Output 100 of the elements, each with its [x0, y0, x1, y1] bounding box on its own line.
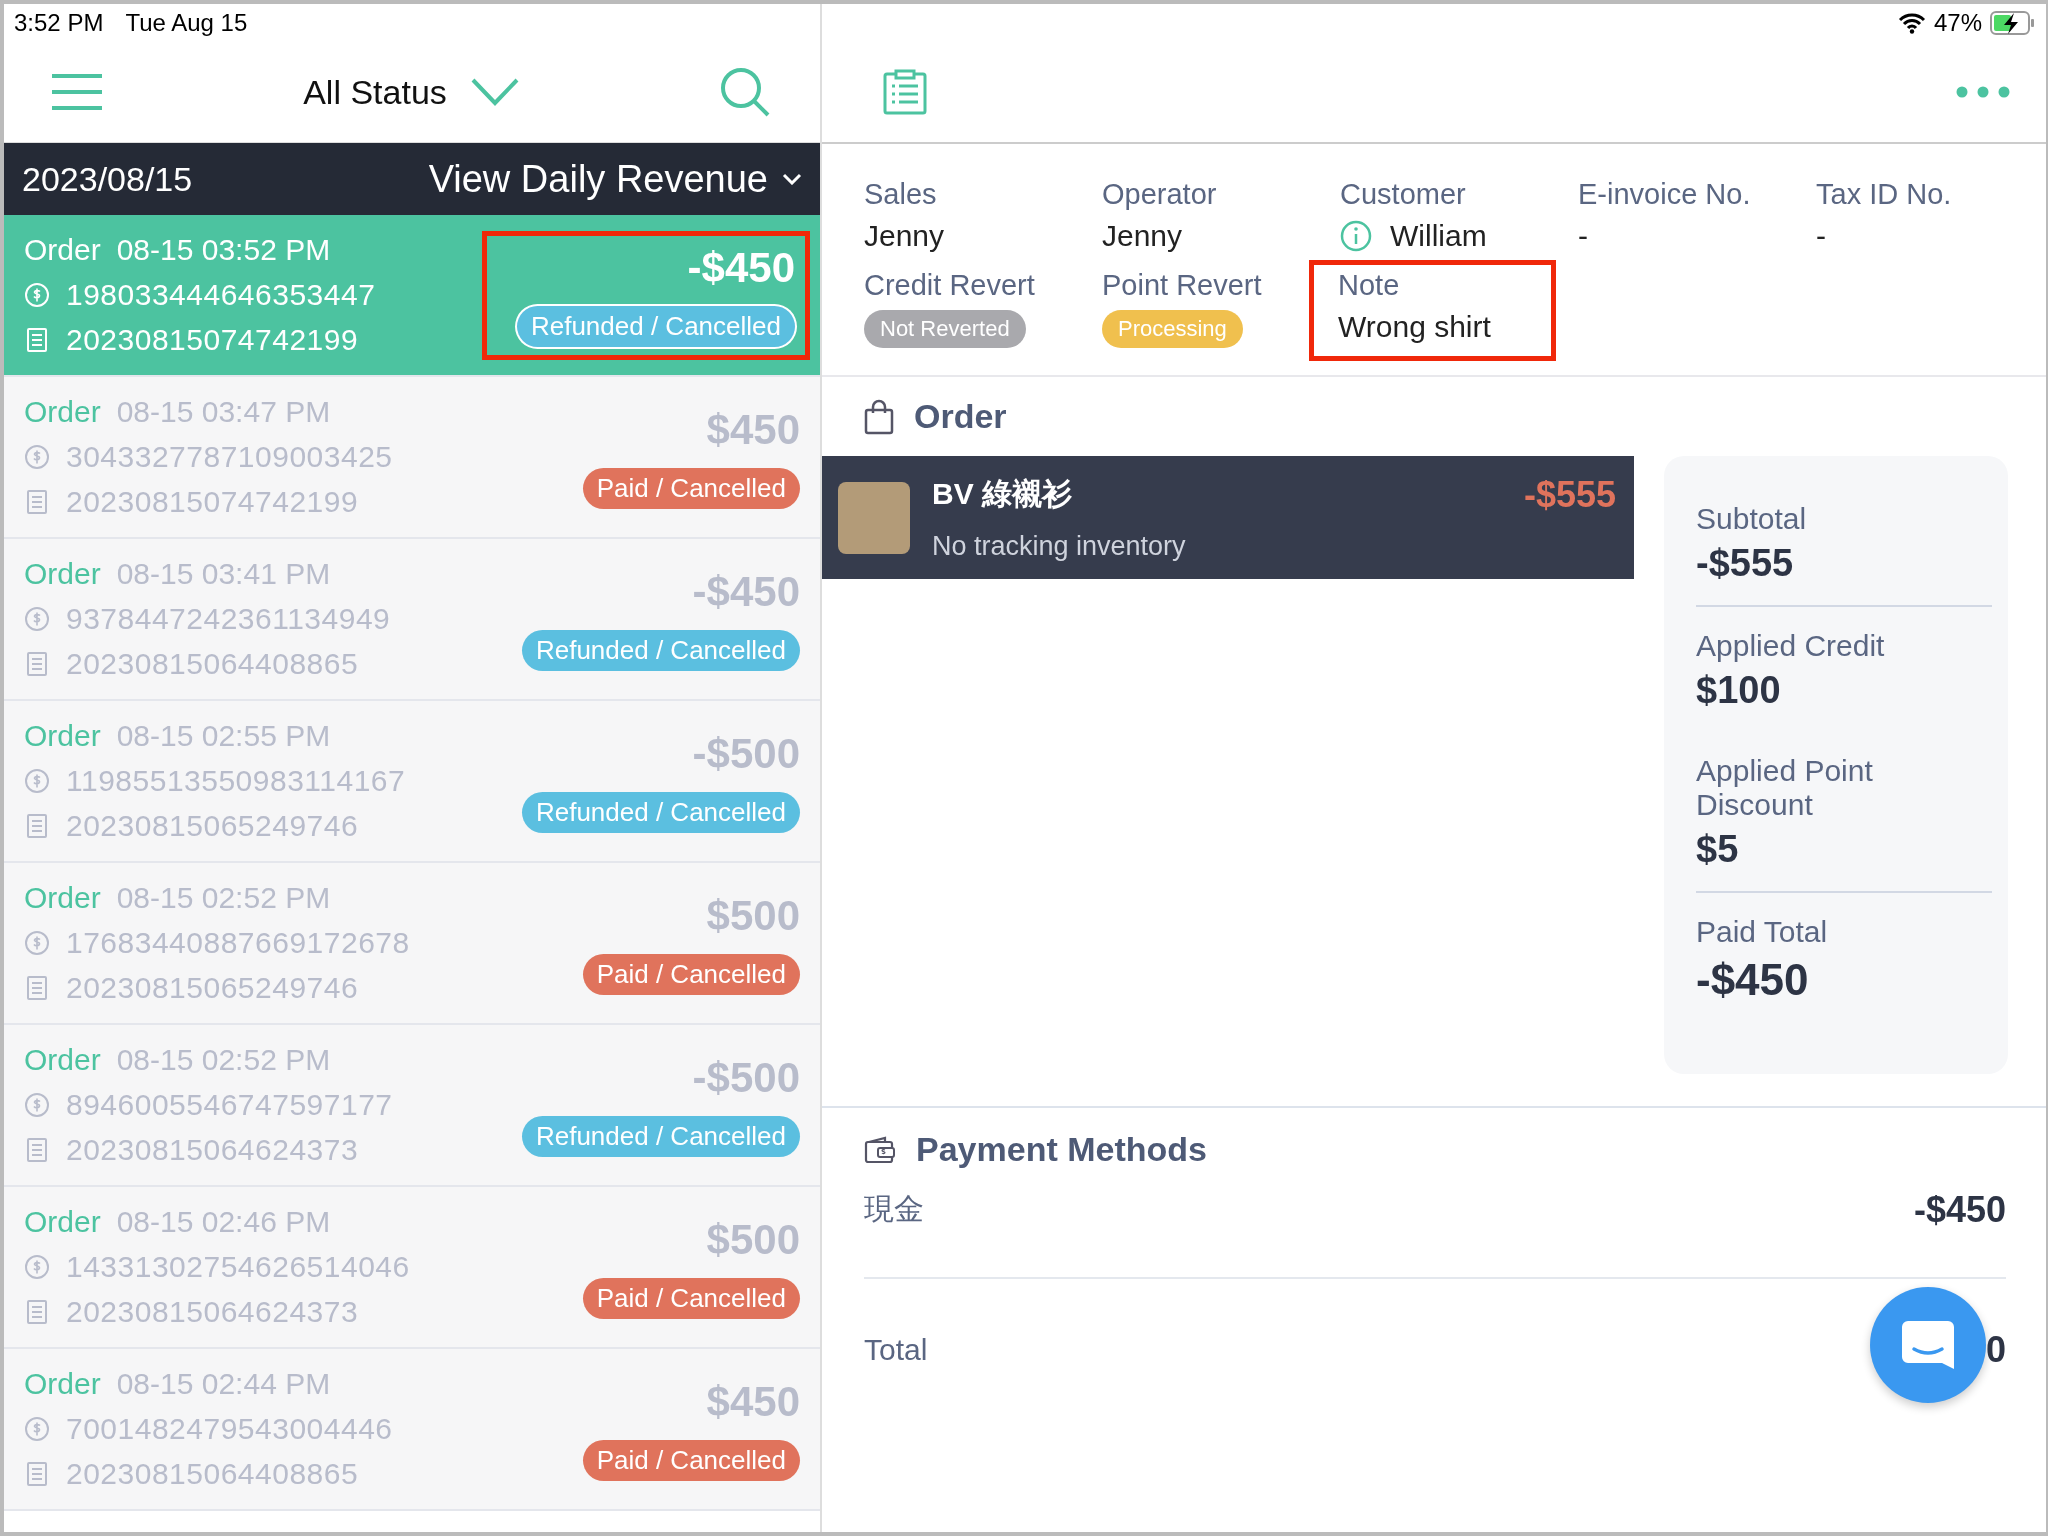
order-time: 08-15 03:47 PM	[116, 395, 331, 429]
item-note: No tracking inventory	[932, 530, 1187, 562]
order-amount: -$450	[692, 567, 800, 616]
search-icon[interactable]	[720, 67, 770, 117]
view-daily-revenue-button[interactable]: View Daily Revenue	[428, 157, 802, 201]
receipt-icon	[24, 1299, 50, 1325]
status-badge: Paid / Cancelled	[582, 1439, 800, 1481]
status-filter-dropdown[interactable]: All Status	[303, 72, 519, 112]
order-label: Order	[24, 557, 101, 591]
order-time: 08-15 02:52 PM	[116, 881, 331, 915]
field-value: Jenny	[1102, 219, 1184, 253]
order-time: 08-15 02:55 PM	[116, 719, 331, 753]
clipboard-list-icon[interactable]	[882, 69, 928, 115]
summary-label: Applied Point Discount	[1696, 754, 1874, 822]
status-badge: Processing	[1102, 310, 1243, 348]
payment-id: 3043327787109003425	[66, 440, 393, 474]
battery-percent: 47%	[1933, 9, 1982, 37]
payment-method-name: 現金	[864, 1191, 924, 1227]
summary-value: $5	[1696, 828, 1740, 871]
order-label: Order	[24, 395, 101, 429]
field-label: Operator	[1102, 178, 1218, 211]
shopping-bag-icon	[864, 398, 894, 435]
more-options-icon[interactable]	[1956, 86, 2010, 98]
section-title: Order	[914, 397, 1007, 436]
menu-icon[interactable]	[52, 74, 102, 110]
receipt-icon	[24, 1461, 50, 1487]
receipt-icon	[24, 813, 50, 839]
wifi-icon	[1897, 12, 1926, 34]
dollar-circle-icon	[24, 1416, 50, 1442]
order-list-item[interactable]: Order 08-15 02:44 PM 7001482479543004446 20230815064408865 $450 Paid / Cancelled	[4, 1349, 820, 1511]
order-amount: -$450	[687, 243, 795, 292]
field-label: Note	[1338, 269, 1401, 302]
order-list-item[interactable]: Order 08-15 02:55 PM 11985513550983114167 20230815065249746 -$500 Refunded / Cancelled	[4, 701, 820, 863]
dollar-circle-icon	[24, 282, 50, 308]
dollar-circle-icon	[24, 1092, 50, 1118]
chat-button[interactable]	[1869, 1287, 1986, 1403]
order-amount: $500	[706, 891, 800, 940]
payment-id: 9378447242361134949	[66, 602, 391, 636]
order-item-row[interactable]: BV 綠襯衫 No tracking inventory -$555	[822, 456, 1634, 579]
payment-id: 8946005546747597177	[66, 1088, 393, 1122]
summary-label: Paid Total	[1696, 915, 1829, 949]
chevron-down-icon	[782, 173, 802, 185]
status-date: Tue Aug 15	[125, 9, 248, 37]
chat-bubble-icon	[1899, 1319, 1956, 1371]
receipt-number: 20230815064624373	[66, 1295, 359, 1329]
order-label: Order	[24, 1367, 101, 1401]
dollar-circle-icon	[24, 930, 50, 956]
field-value: Jenny	[864, 219, 946, 253]
order-label: Order	[24, 233, 101, 267]
payment-id: 7001482479543004446	[66, 1412, 393, 1446]
receipt-number: 20230815064624373	[66, 1133, 359, 1167]
order-list-item[interactable]: Order 08-15 02:46 PM 14331302754626514046 20230815064624373 $500 Paid / Cancelled	[4, 1187, 820, 1349]
dollar-circle-icon	[24, 768, 50, 794]
wallet-icon	[864, 1135, 896, 1164]
order-time: 08-15 02:52 PM	[116, 1043, 331, 1077]
order-list-item[interactable]: Order 08-15 03:52 PM 198033444646353447 20230815074742199 -$450 Refunded / Cancelled	[4, 215, 820, 377]
payment-amount: -$450	[1913, 1189, 2006, 1231]
field-value: Wrong shirt	[1338, 310, 1491, 344]
receipt-number: 20230815064408865	[66, 647, 359, 681]
status-badge: Paid / Cancelled	[582, 953, 800, 995]
order-time: 08-15 03:41 PM	[116, 557, 331, 591]
field-label: Customer	[1340, 178, 1467, 211]
receipt-number: 20230815065249746	[66, 809, 359, 843]
status-badge: Paid / Cancelled	[582, 1277, 800, 1319]
customer-name[interactable]: William	[1390, 219, 1487, 253]
order-time: 08-15 02:46 PM	[116, 1205, 331, 1239]
info-icon[interactable]	[1340, 220, 1372, 252]
status-badge: Paid / Cancelled	[582, 467, 800, 509]
status-badge: Refunded / Cancelled	[521, 791, 800, 833]
payment-id: 11985513550983114167	[66, 764, 406, 798]
order-amount: -$500	[692, 729, 800, 778]
field-value: -	[1816, 219, 1827, 253]
order-list-item[interactable]: Order 08-15 03:41 PM 9378447242361134949 20230815064408865 -$450 Refunded / Cancelled	[4, 539, 820, 701]
receipt-number: 20230815074742199	[66, 323, 359, 357]
order-amount: $450	[706, 405, 800, 454]
field-label: Point Revert	[1102, 269, 1263, 302]
item-amount: -$555	[1523, 474, 1616, 516]
receipt-icon	[24, 327, 50, 353]
total-label: Total	[864, 1333, 929, 1367]
status-badge: Not Reverted	[864, 310, 1026, 348]
summary-value: -$450	[1696, 955, 1810, 1005]
order-list-item[interactable]: Order 08-15 03:47 PM 3043327787109003425 20230815074742199 $450 Paid / Cancelled	[4, 377, 820, 539]
status-badge: Refunded / Cancelled	[521, 1115, 800, 1157]
receipt-icon	[24, 489, 50, 515]
summary-value: -$555	[1696, 542, 1795, 585]
payment-id: 17683440887669172678	[66, 926, 410, 960]
order-list-item[interactable]: Order 08-15 02:52 PM 17683440887669172678 20230815065249746 $500 Paid / Cancelled	[4, 863, 820, 1025]
field-label: Sales	[864, 178, 938, 211]
order-amount: $450	[706, 1377, 800, 1426]
order-list-item[interactable]: Order 08-15 02:52 PM 8946005546747597177 20230815064624373 -$500 Refunded / Cancelled	[4, 1025, 820, 1187]
status-badge: Refunded / Cancelled	[516, 305, 795, 347]
field-label: Credit Revert	[864, 269, 1036, 302]
dollar-circle-icon	[24, 444, 50, 470]
status-badge: Refunded / Cancelled	[521, 629, 800, 671]
field-label: E-invoice No.	[1578, 178, 1752, 211]
order-label: Order	[24, 719, 101, 753]
order-label: Order	[24, 1043, 101, 1077]
summary-label: Subtotal	[1696, 502, 1808, 536]
date-label: 2023/08/15	[22, 159, 193, 199]
total-amount: 0	[1985, 1329, 2006, 1371]
